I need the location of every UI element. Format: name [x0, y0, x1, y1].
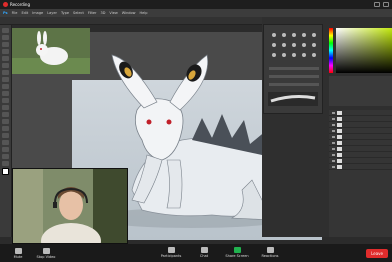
share-screen-button[interactable]: Share Screen: [220, 244, 254, 260]
tools-panel: [0, 25, 12, 237]
menu-image[interactable]: Image: [32, 11, 43, 15]
lasso-tool-icon[interactable]: [2, 42, 9, 47]
eye-icon[interactable]: [332, 165, 335, 168]
zoom-top-bar: Recording: [0, 0, 392, 9]
dodge-tool-icon[interactable]: [2, 119, 9, 124]
layer-thumbnail: [337, 158, 342, 163]
layer-thumbnail: [337, 140, 342, 145]
menu-window[interactable]: Window: [122, 11, 136, 15]
properties-panel[interactable]: [329, 76, 392, 106]
reactions-label: Reactions: [261, 253, 279, 258]
participants-button[interactable]: Participants: [154, 244, 188, 260]
mute-label: Mute: [13, 254, 23, 259]
healing-tool-icon[interactable]: [2, 70, 9, 75]
eye-icon[interactable]: [332, 129, 335, 132]
foreground-color-swatch[interactable]: [2, 168, 9, 175]
layer-row[interactable]: [329, 164, 392, 170]
crop-tool-icon[interactable]: [2, 56, 9, 61]
menu-select[interactable]: Select: [73, 11, 84, 15]
zoom-control-bar: Mute Stop Video Participants Chat Share …: [0, 244, 392, 262]
eye-icon[interactable]: [332, 111, 335, 114]
share-screen-icon: [233, 246, 241, 253]
menu-file[interactable]: File: [12, 11, 18, 15]
stop-video-button[interactable]: Stop Video: [32, 245, 60, 261]
layer-thumbnail: [337, 146, 342, 151]
path-selection-tool-icon[interactable]: [2, 140, 9, 145]
reference-photo: [12, 28, 90, 74]
layer-thumbnail: [337, 116, 342, 121]
zoom-tool-icon[interactable]: [2, 161, 9, 166]
menu-filter[interactable]: Filter: [88, 11, 97, 15]
eye-icon[interactable]: [332, 141, 335, 144]
eye-icon[interactable]: [332, 147, 335, 150]
layer-thumbnail: [337, 110, 342, 115]
hue-slider[interactable]: [329, 28, 333, 73]
view-toggle-icon[interactable]: [374, 2, 380, 7]
reactions-icon: [266, 246, 274, 253]
participants-label: Participants: [160, 253, 182, 258]
menu-help[interactable]: Help: [140, 11, 148, 15]
eraser-tool-icon[interactable]: [2, 98, 9, 103]
eye-icon[interactable]: [332, 153, 335, 156]
pen-tool-icon[interactable]: [2, 126, 9, 131]
brush-stroke-preview: [268, 92, 318, 106]
layer-thumbnail: [337, 164, 342, 169]
blur-tool-icon[interactable]: [2, 112, 9, 117]
eye-icon[interactable]: [332, 135, 335, 138]
color-picker-field[interactable]: [336, 28, 392, 73]
fullscreen-icon[interactable]: [383, 2, 389, 7]
mute-button[interactable]: Mute: [4, 245, 32, 261]
layer-thumbnail: [337, 128, 342, 133]
webcam-video-tile[interactable]: [12, 168, 128, 244]
recording-icon: [3, 2, 8, 7]
layer-thumbnail: [337, 134, 342, 139]
layer-thumbnail: [337, 122, 342, 127]
menu-type[interactable]: Type: [61, 11, 69, 15]
hand-tool-icon[interactable]: [2, 154, 9, 159]
type-tool-icon[interactable]: [2, 133, 9, 138]
menu-view[interactable]: View: [109, 11, 117, 15]
eye-icon[interactable]: [332, 123, 335, 126]
reactions-button[interactable]: Reactions: [256, 244, 284, 260]
menu-edit[interactable]: Edit: [21, 11, 28, 15]
eyedropper-tool-icon[interactable]: [2, 63, 9, 68]
menu-3d[interactable]: 3D: [101, 11, 106, 15]
marquee-tool-icon[interactable]: [2, 35, 9, 40]
menu-layer[interactable]: Layer: [47, 11, 57, 15]
recording-label: Recording: [10, 2, 31, 7]
chat-label: Chat: [199, 253, 209, 258]
brush-tool-icon[interactable]: [2, 77, 9, 82]
stamp-tool-icon[interactable]: [2, 84, 9, 89]
magic-wand-tool-icon[interactable]: [2, 49, 9, 54]
leave-button[interactable]: Leave: [366, 248, 388, 258]
participants-icon: [167, 246, 175, 253]
layers-panel[interactable]: [329, 110, 392, 237]
chat-button[interactable]: Chat: [190, 244, 218, 260]
shape-tool-icon[interactable]: [2, 147, 9, 152]
video-camera-icon: [42, 247, 50, 254]
history-brush-tool-icon[interactable]: [2, 91, 9, 96]
menu-ps[interactable]: Ps: [3, 11, 8, 15]
microphone-icon: [14, 247, 22, 254]
photoshop-menubar: Ps File Edit Image Layer Type Select Fil…: [0, 9, 392, 17]
chat-icon: [200, 246, 208, 253]
move-tool-icon[interactable]: [2, 28, 9, 33]
layer-thumbnail: [337, 152, 342, 157]
eye-icon[interactable]: [332, 159, 335, 162]
stop-video-label: Stop Video: [36, 254, 56, 259]
share-screen-label: Share Screen: [225, 253, 249, 258]
gradient-tool-icon[interactable]: [2, 105, 9, 110]
eye-icon[interactable]: [332, 117, 335, 120]
